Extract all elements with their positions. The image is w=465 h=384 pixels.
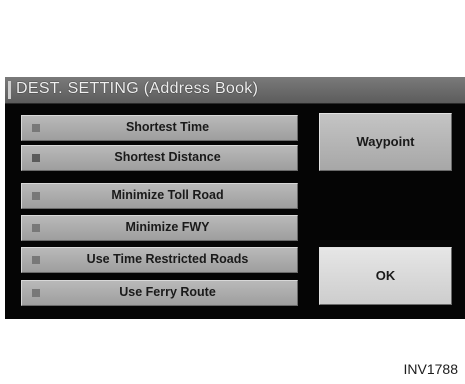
option-label: Minimize FWY [125,220,210,234]
screen-title: DEST. SETTING (Address Book) [16,80,259,97]
ok-label: OK [375,268,396,283]
indicator-light [32,289,40,297]
indicator-light [32,124,40,132]
option-use-ferry-route[interactable]: Use Ferry Route [21,280,298,306]
ok-button[interactable]: OK [319,247,452,305]
title-accent [8,81,11,99]
indicator-light [32,154,40,162]
option-label: Shortest Distance [114,150,221,164]
figure-code: INV1788 [403,361,458,377]
nav-screen: DEST. SETTING (Address Book) Shortest Ti… [5,77,465,319]
waypoint-label: Waypoint [356,134,415,149]
title-bar: DEST. SETTING (Address Book) [5,77,465,104]
option-shortest-time[interactable]: Shortest Time [21,115,298,141]
indicator-light [32,256,40,264]
option-shortest-distance[interactable]: Shortest Distance [21,145,298,171]
indicator-light [32,224,40,232]
option-minimize-toll-road[interactable]: Minimize Toll Road [21,183,298,209]
option-label: Minimize Toll Road [111,188,224,202]
option-label: Shortest Time [125,120,210,134]
indicator-light [32,192,40,200]
waypoint-button[interactable]: Waypoint [319,113,452,171]
option-label: Use Ferry Route [119,285,216,299]
option-label: Use Time Restricted Roads [86,252,249,266]
option-use-time-restricted-roads[interactable]: Use Time Restricted Roads [21,247,298,273]
option-minimize-fwy[interactable]: Minimize FWY [21,215,298,241]
